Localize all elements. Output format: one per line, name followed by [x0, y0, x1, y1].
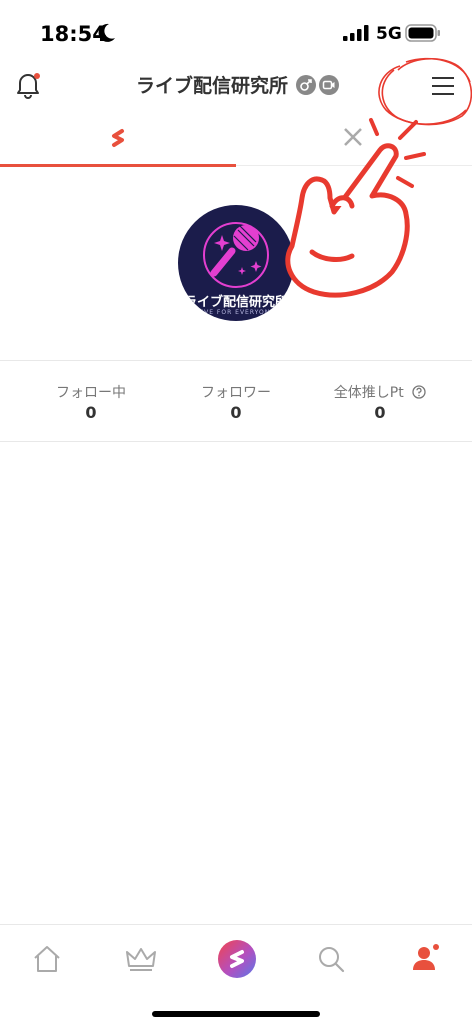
crown-icon — [126, 948, 156, 971]
home-indicator — [152, 1011, 320, 1017]
x-logo-icon — [344, 128, 362, 146]
home-icon — [34, 946, 60, 972]
question-circle-icon[interactable] — [412, 385, 426, 399]
profile-tabs — [0, 112, 472, 167]
signal-bars-icon — [343, 25, 369, 41]
male-symbol-icon — [296, 75, 316, 95]
stat-label: 全体推しPt — [333, 385, 404, 401]
stat-label: フォロワー — [201, 385, 271, 401]
nav-start-live[interactable] — [217, 939, 257, 979]
notification-button[interactable] — [14, 70, 42, 100]
video-camera-icon — [319, 75, 339, 95]
profile-avatar[interactable]: ライブ配信研究所 LIVE FOR EVERYONE — [178, 205, 294, 321]
stat-label-row: 全体推しPt — [308, 382, 452, 402]
person-icon — [413, 944, 439, 970]
bell-icon — [17, 73, 40, 99]
nav-ranking[interactable] — [121, 939, 161, 979]
app-logo-icon — [112, 129, 124, 147]
stat-followers[interactable]: フォロワー 0 — [164, 361, 308, 443]
search-icon — [319, 947, 345, 973]
menu-button[interactable] — [430, 74, 458, 98]
nav-search[interactable] — [311, 939, 351, 979]
live-start-icon — [218, 940, 256, 978]
bottom-navigation — [0, 924, 472, 1024]
network-label: 5G — [376, 24, 402, 44]
notification-dot — [433, 944, 439, 950]
follow-stats: フォロー中 0 フォロワー 0 全体推しPt 0 — [0, 360, 472, 442]
tab-x-posts[interactable] — [236, 112, 472, 166]
avatar-name-text: ライブ配信研究所 — [183, 295, 288, 310]
moon-icon — [98, 23, 115, 42]
stat-label: フォロー中 — [56, 385, 126, 401]
status-bar: 18:54 5G — [0, 0, 472, 62]
pointing-hand-icon — [285, 143, 410, 298]
profile-screen: 18:54 5G ライブ配信研究所 ライブ配信研究所 LIVE FOR EVER… — [0, 0, 472, 1024]
tab-app-posts[interactable] — [0, 112, 236, 167]
stat-following[interactable]: フォロー中 0 — [19, 361, 163, 443]
nav-my-page[interactable] — [405, 939, 445, 979]
avatar-tagline: LIVE FOR EVERYONE — [197, 309, 275, 316]
hamburger-menu-icon — [432, 77, 454, 95]
app-header: ライブ配信研究所 — [0, 62, 472, 112]
stat-value: 0 — [374, 403, 386, 422]
notification-dot — [34, 73, 40, 79]
page-title: ライブ配信研究所 — [136, 75, 289, 97]
stat-value: 0 — [230, 403, 242, 422]
battery-icon — [405, 24, 440, 42]
stat-total-oshi-points[interactable]: 全体推しPt 0 — [308, 361, 452, 443]
nav-home[interactable] — [27, 939, 67, 979]
active-tab-indicator — [0, 164, 236, 167]
stat-value: 0 — [85, 403, 97, 422]
